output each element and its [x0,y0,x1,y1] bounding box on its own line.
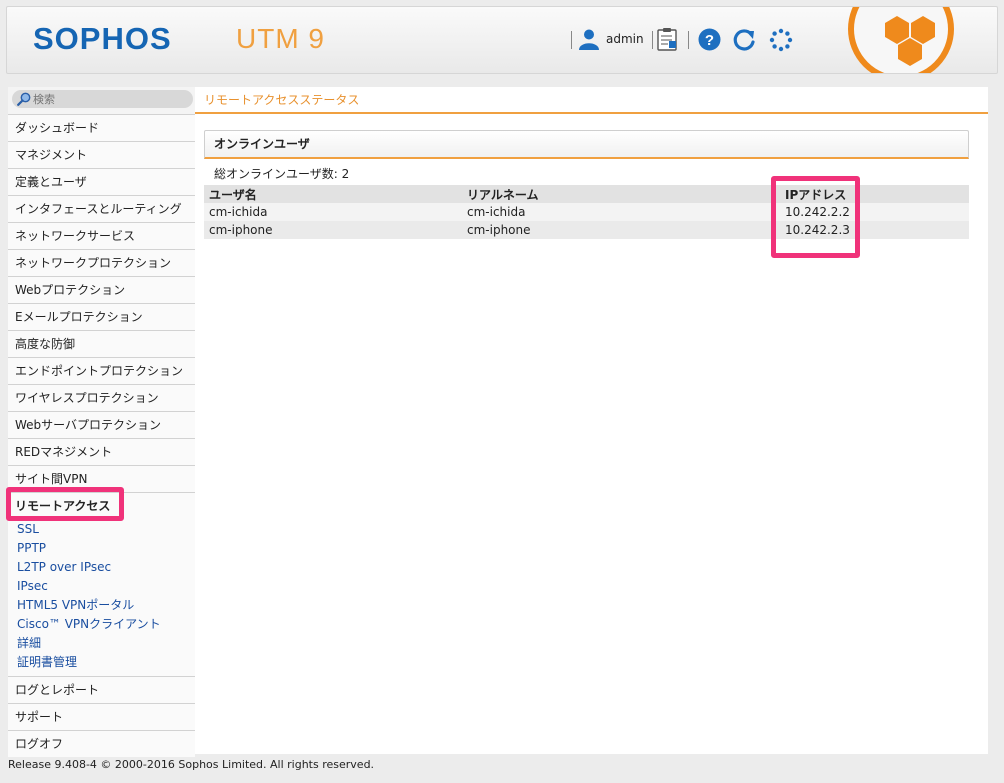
sidebar-item-logging-reporting[interactable]: ログとレポート [8,676,195,703]
sidebar-item-dashboard[interactable]: ダッシュボード [8,114,195,141]
sidebar-item-email-protection[interactable]: Eメールプロテクション [8,303,195,330]
sophos-logo: SOPHOS [33,21,172,56]
sidebar-item-definitions-users[interactable]: 定義とユーザ [8,168,195,195]
panel-title: オンラインユーザ [204,130,969,159]
sidebar-item-support[interactable]: サポート [8,703,195,730]
product-name: UTM 9 [236,23,325,54]
cell-username: cm-ichida [204,203,462,221]
sidebar: ダッシュボード マネジメント 定義とユーザ インタフェースとルーティング ネット… [8,87,195,757]
main-content: リモートアクセスステータス オンラインユーザ 総オンラインユーザ数: 2 ユーザ… [195,87,988,754]
sidebar-item-network-services[interactable]: ネットワークサービス [8,222,195,249]
user-icon[interactable] [578,28,600,50]
sidebar-item-red-management[interactable]: REDマネジメント [8,438,195,465]
submenu-item-certificate-management[interactable]: 証明書管理 [8,653,195,672]
clipboard-icon[interactable] [656,27,678,51]
sidebar-item-advanced-protection[interactable]: 高度な防御 [8,330,195,357]
admin-user-label[interactable]: admin [606,32,644,46]
column-header-username: ユーザ名 [204,185,462,203]
remote-access-highlight [6,487,124,521]
submenu-item-advanced[interactable]: 詳細 [8,634,195,653]
submenu-item-ipsec[interactable]: IPsec [8,577,195,596]
submenu-item-l2tp-ipsec[interactable]: L2TP over IPsec [8,558,195,577]
spinner-icon [769,28,793,52]
ip-address-highlight [771,176,860,258]
reload-icon[interactable] [732,28,756,52]
footer-copyright: Release 9.408-4 © 2000-2016 Sophos Limit… [8,758,375,771]
search-box[interactable] [12,90,193,108]
cell-realname: cm-ichida [462,203,780,221]
search-input[interactable] [33,91,183,107]
sidebar-item-endpoint-protection[interactable]: エンドポイントプロテクション [8,357,195,384]
page-title: リモートアクセスステータス [195,87,988,114]
cell-realname: cm-iphone [462,221,780,239]
help-icon[interactable]: ? [698,28,721,51]
header-separator [571,31,572,49]
submenu-item-cisco-vpn-client[interactable]: Cisco™ VPNクライアント [8,615,195,634]
submenu-item-ssl[interactable]: SSL [8,520,195,539]
remote-access-submenu: SSL PPTP L2TP over IPsec IPsec HTML5 VPN… [8,519,195,676]
header-separator [652,31,653,49]
cell-username: cm-iphone [204,221,462,239]
brand-hexagon-icon [848,7,954,73]
sidebar-item-management[interactable]: マネジメント [8,141,195,168]
app-header: SOPHOS UTM 9 admin ? [6,6,998,74]
sidebar-item-log-off[interactable]: ログオフ [8,730,195,757]
sidebar-item-wireless-protection[interactable]: ワイヤレスプロテクション [8,384,195,411]
submenu-item-pptp[interactable]: PPTP [8,539,195,558]
svg-text:?: ? [705,32,714,49]
sidebar-item-network-protection[interactable]: ネットワークプロテクション [8,249,195,276]
submenu-item-html5-vpn-portal[interactable]: HTML5 VPNポータル [8,596,195,615]
sidebar-item-webserver-protection[interactable]: Webサーバプロテクション [8,411,195,438]
sidebar-item-web-protection[interactable]: Webプロテクション [8,276,195,303]
header-separator [688,31,689,49]
search-icon [17,92,31,106]
sidebar-item-interfaces-routing[interactable]: インタフェースとルーティング [8,195,195,222]
main-menu: ダッシュボード マネジメント 定義とユーザ インタフェースとルーティング ネット… [8,114,195,757]
column-header-realname: リアルネーム [462,185,780,203]
